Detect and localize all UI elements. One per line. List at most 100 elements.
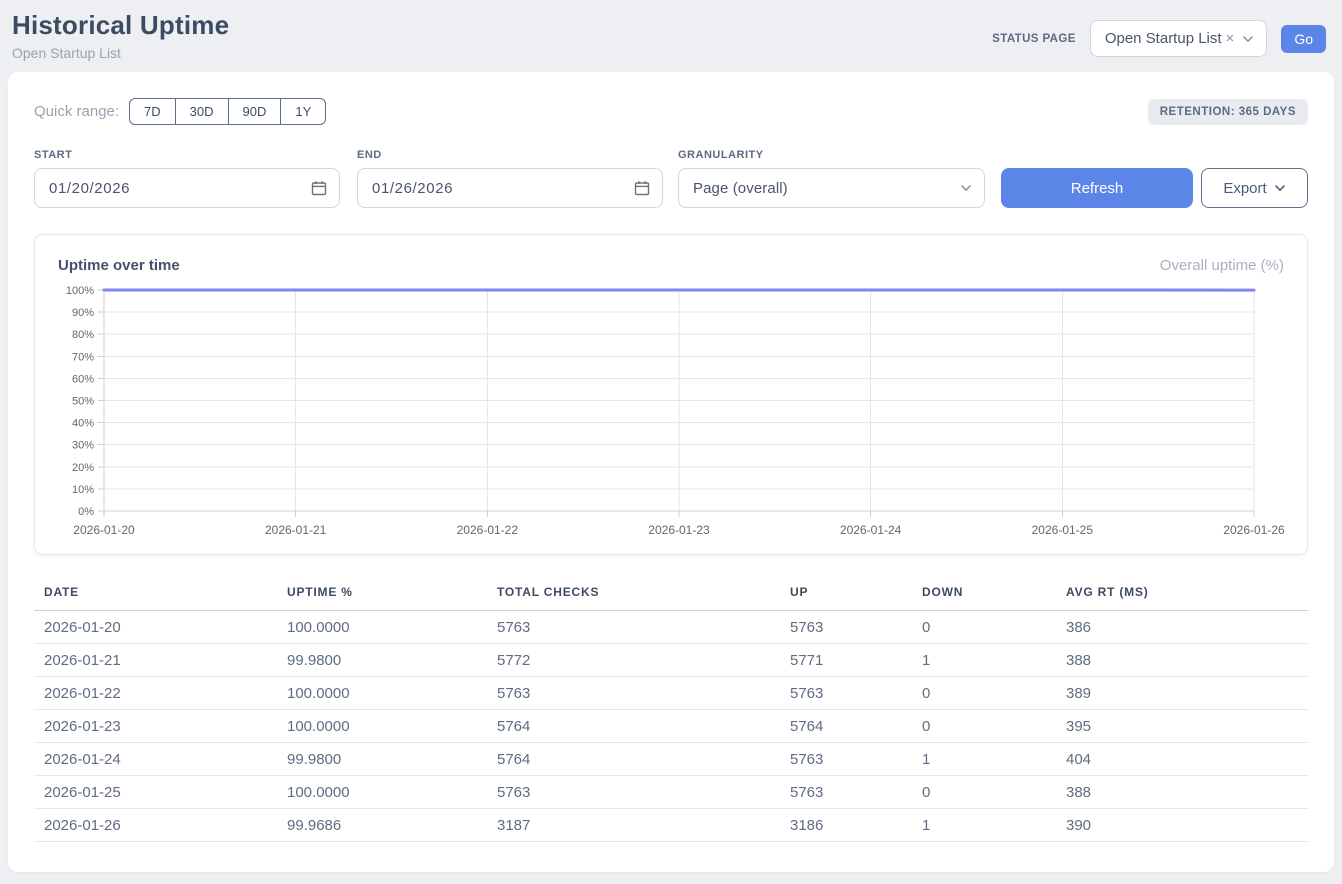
table-cell: 2026-01-22 bbox=[34, 677, 277, 710]
quick-range-row: Quick range: 7D30D90D1Y RETENTION: 365 D… bbox=[34, 98, 1308, 125]
column-header: UP bbox=[780, 579, 912, 611]
table-cell: 386 bbox=[1056, 611, 1308, 644]
table-cell: 5763 bbox=[487, 611, 780, 644]
svg-text:2026-01-25: 2026-01-25 bbox=[1032, 523, 1094, 537]
table-cell: 5771 bbox=[780, 644, 912, 677]
column-header: DOWN bbox=[912, 579, 1056, 611]
svg-text:10%: 10% bbox=[72, 484, 94, 496]
table-cell: 2026-01-25 bbox=[34, 776, 277, 809]
granularity-field: GRANULARITY Page (overall) bbox=[678, 149, 985, 208]
uptime-table: DATEUPTIME %TOTAL CHECKSUPDOWNAVG RT (MS… bbox=[34, 579, 1308, 842]
start-date-field: START 01/20/2026 bbox=[34, 149, 340, 208]
quick-range-30d[interactable]: 30D bbox=[175, 98, 229, 125]
svg-text:2026-01-23: 2026-01-23 bbox=[648, 523, 710, 537]
table-cell: 2026-01-21 bbox=[34, 644, 277, 677]
table-row: 2026-01-23100.0000576457640395 bbox=[34, 710, 1308, 743]
column-header: AVG RT (MS) bbox=[1056, 579, 1308, 611]
table-cell: 99.9800 bbox=[277, 743, 487, 776]
end-date-input[interactable]: 01/26/2026 bbox=[357, 168, 663, 208]
table-cell: 5763 bbox=[780, 776, 912, 809]
table-cell: 0 bbox=[912, 677, 1056, 710]
table-cell: 390 bbox=[1056, 809, 1308, 842]
table-cell: 388 bbox=[1056, 644, 1308, 677]
title-block: Historical Uptime Open Startup List bbox=[12, 10, 229, 61]
table-cell: 2026-01-20 bbox=[34, 611, 277, 644]
end-date-field: END 01/26/2026 bbox=[357, 149, 663, 208]
table-cell: 100.0000 bbox=[277, 710, 487, 743]
go-button[interactable]: Go bbox=[1281, 25, 1326, 53]
chevron-down-icon bbox=[1242, 33, 1254, 45]
svg-text:100%: 100% bbox=[66, 285, 94, 297]
end-date-value: 01/26/2026 bbox=[372, 180, 453, 197]
svg-text:90%: 90% bbox=[72, 307, 94, 319]
clear-icon[interactable]: × bbox=[1226, 30, 1235, 47]
table-cell: 1 bbox=[912, 809, 1056, 842]
page-subtitle: Open Startup List bbox=[12, 45, 229, 61]
table-cell: 2026-01-24 bbox=[34, 743, 277, 776]
main-panel: Quick range: 7D30D90D1Y RETENTION: 365 D… bbox=[8, 72, 1334, 872]
chevron-down-icon bbox=[960, 182, 972, 194]
table-cell: 5763 bbox=[780, 743, 912, 776]
table-cell: 5763 bbox=[487, 677, 780, 710]
quick-range-90d[interactable]: 90D bbox=[228, 98, 282, 125]
svg-text:0%: 0% bbox=[78, 506, 94, 518]
chart-header: Uptime over time Overall uptime (%) bbox=[58, 257, 1284, 274]
calendar-icon[interactable] bbox=[311, 180, 327, 196]
table-cell: 3187 bbox=[487, 809, 780, 842]
end-date-label: END bbox=[357, 149, 663, 161]
table-header-row: DATEUPTIME %TOTAL CHECKSUPDOWNAVG RT (MS… bbox=[34, 579, 1308, 611]
retention-badge: RETENTION: 365 DAYS bbox=[1148, 99, 1308, 125]
quick-range-group: 7D30D90D1Y bbox=[129, 98, 326, 125]
uptime-table-head: DATEUPTIME %TOTAL CHECKSUPDOWNAVG RT (MS… bbox=[34, 579, 1308, 611]
table-cell: 0 bbox=[912, 776, 1056, 809]
export-button[interactable]: Export bbox=[1201, 168, 1308, 208]
table-cell: 395 bbox=[1056, 710, 1308, 743]
granularity-select[interactable]: Page (overall) bbox=[678, 168, 985, 208]
table-cell: 5772 bbox=[487, 644, 780, 677]
table-cell: 1 bbox=[912, 644, 1056, 677]
top-header: Historical Uptime Open Startup List STAT… bbox=[0, 0, 1342, 72]
status-page-label: STATUS PAGE bbox=[992, 33, 1076, 45]
table-cell: 388 bbox=[1056, 776, 1308, 809]
granularity-value: Page (overall) bbox=[693, 180, 788, 197]
table-row: 2026-01-25100.0000576357630388 bbox=[34, 776, 1308, 809]
table-cell: 2026-01-26 bbox=[34, 809, 277, 842]
quick-range-7d[interactable]: 7D bbox=[129, 98, 176, 125]
quick-range-1y[interactable]: 1Y bbox=[280, 98, 326, 125]
svg-text:2026-01-20: 2026-01-20 bbox=[73, 523, 135, 537]
table-cell: 2026-01-23 bbox=[34, 710, 277, 743]
table-cell: 389 bbox=[1056, 677, 1308, 710]
column-header: DATE bbox=[34, 579, 277, 611]
column-header: TOTAL CHECKS bbox=[487, 579, 780, 611]
table-row: 2026-01-20100.0000576357630386 bbox=[34, 611, 1308, 644]
svg-text:70%: 70% bbox=[72, 351, 94, 363]
table-cell: 5763 bbox=[780, 611, 912, 644]
export-button-label: Export bbox=[1223, 180, 1266, 197]
svg-text:40%: 40% bbox=[72, 418, 94, 430]
table-row: 2026-01-2699.9686318731861390 bbox=[34, 809, 1308, 842]
table-cell: 99.9800 bbox=[277, 644, 487, 677]
status-page-select-value: Open Startup List bbox=[1105, 30, 1222, 47]
uptime-chart-canvas[interactable]: 0%10%20%30%40%50%60%70%80%90%100%2026-01… bbox=[58, 282, 1286, 540]
chevron-down-icon bbox=[1274, 182, 1286, 194]
table-row: 2026-01-22100.0000576357630389 bbox=[34, 677, 1308, 710]
start-date-value: 01/20/2026 bbox=[49, 180, 130, 197]
svg-text:30%: 30% bbox=[72, 440, 94, 452]
svg-text:80%: 80% bbox=[72, 329, 94, 341]
table-cell: 1 bbox=[912, 743, 1056, 776]
start-date-input[interactable]: 01/20/2026 bbox=[34, 168, 340, 208]
table-cell: 0 bbox=[912, 611, 1056, 644]
quick-range-label: Quick range: bbox=[34, 103, 119, 120]
table-row: 2026-01-2499.9800576457631404 bbox=[34, 743, 1308, 776]
table-row: 2026-01-2199.9800577257711388 bbox=[34, 644, 1308, 677]
table-cell: 5764 bbox=[487, 710, 780, 743]
uptime-chart-card: Uptime over time Overall uptime (%) 0% 10… bbox=[34, 234, 1308, 555]
svg-text:2026-01-22: 2026-01-22 bbox=[457, 523, 519, 537]
refresh-button[interactable]: Refresh bbox=[1001, 168, 1193, 208]
table-cell: 100.0000 bbox=[277, 611, 487, 644]
table-cell: 404 bbox=[1056, 743, 1308, 776]
status-page-select[interactable]: Open Startup List × bbox=[1090, 20, 1268, 57]
svg-text:60%: 60% bbox=[72, 373, 94, 385]
table-cell: 5764 bbox=[780, 710, 912, 743]
calendar-icon[interactable] bbox=[634, 180, 650, 196]
